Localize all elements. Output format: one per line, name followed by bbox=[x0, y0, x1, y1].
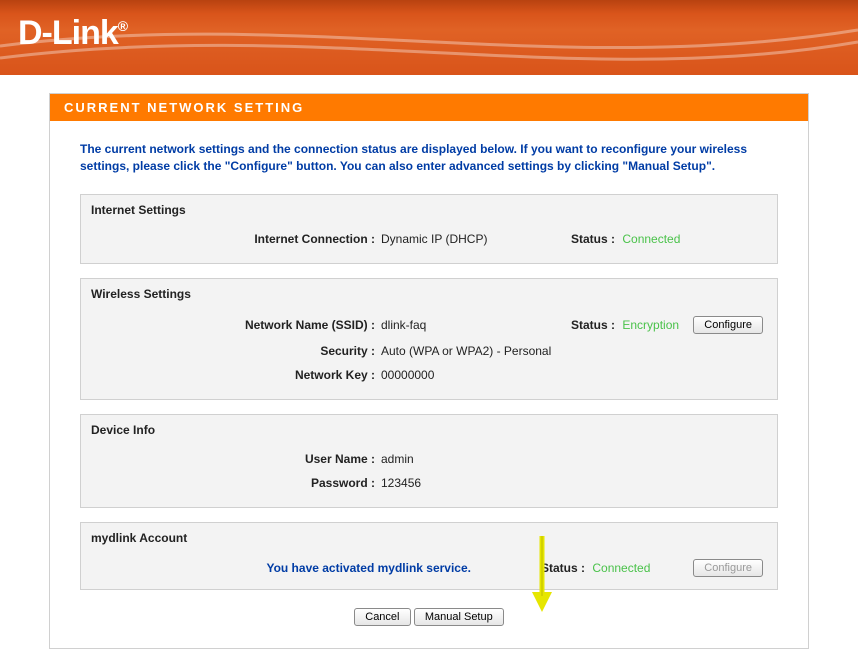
wireless-settings-section: Wireless Settings Network Name (SSID) : … bbox=[80, 278, 778, 400]
internet-status-label: Status : bbox=[571, 232, 619, 246]
bottom-button-bar: Cancel Manual Setup bbox=[80, 604, 778, 636]
ssid-value: dlink-faq bbox=[381, 318, 571, 332]
mydlink-status-value: Connected bbox=[592, 561, 650, 575]
content-area: The current network settings and the con… bbox=[50, 121, 808, 648]
manual-setup-button[interactable]: Manual Setup bbox=[414, 608, 504, 626]
username-label: User Name : bbox=[91, 452, 381, 466]
network-key-value: 00000000 bbox=[381, 368, 571, 382]
wireless-configure-button[interactable]: Configure bbox=[693, 316, 763, 334]
header-curve-decoration bbox=[0, 0, 858, 75]
username-value: admin bbox=[381, 452, 571, 466]
ssid-label: Network Name (SSID) : bbox=[91, 318, 381, 332]
mydlink-account-section: mydlink Account You have activated mydli… bbox=[80, 522, 778, 590]
cancel-button[interactable]: Cancel bbox=[354, 608, 410, 626]
brand-header: D-Link® bbox=[0, 0, 858, 75]
page-title: CURRENT NETWORK SETTING bbox=[50, 94, 808, 121]
wireless-status-label: Status : bbox=[571, 318, 619, 332]
security-value: Auto (WPA or WPA2) - Personal bbox=[381, 344, 767, 358]
intro-text: The current network settings and the con… bbox=[80, 141, 778, 176]
brand-logo: D-Link® bbox=[18, 14, 127, 53]
mydlink-account-title: mydlink Account bbox=[91, 531, 767, 545]
mydlink-activated-message: You have activated mydlink service. bbox=[91, 561, 471, 575]
device-info-section: Device Info User Name : admin Password :… bbox=[80, 414, 778, 508]
internet-settings-title: Internet Settings bbox=[91, 203, 767, 217]
wireless-status-value: Encryption bbox=[622, 318, 679, 332]
mydlink-status-label: Status : bbox=[541, 561, 589, 575]
main-panel: CURRENT NETWORK SETTING The current netw… bbox=[49, 93, 809, 649]
internet-connection-label: Internet Connection : bbox=[91, 232, 381, 246]
password-label: Password : bbox=[91, 476, 381, 490]
mydlink-configure-button[interactable]: Configure bbox=[693, 559, 763, 577]
device-info-title: Device Info bbox=[91, 423, 767, 437]
internet-settings-section: Internet Settings Internet Connection : … bbox=[80, 194, 778, 264]
internet-status-value: Connected bbox=[622, 232, 680, 246]
internet-connection-value: Dynamic IP (DHCP) bbox=[381, 232, 571, 246]
security-label: Security : bbox=[91, 344, 381, 358]
network-key-label: Network Key : bbox=[91, 368, 381, 382]
wireless-settings-title: Wireless Settings bbox=[91, 287, 767, 301]
password-value: 123456 bbox=[381, 476, 571, 490]
